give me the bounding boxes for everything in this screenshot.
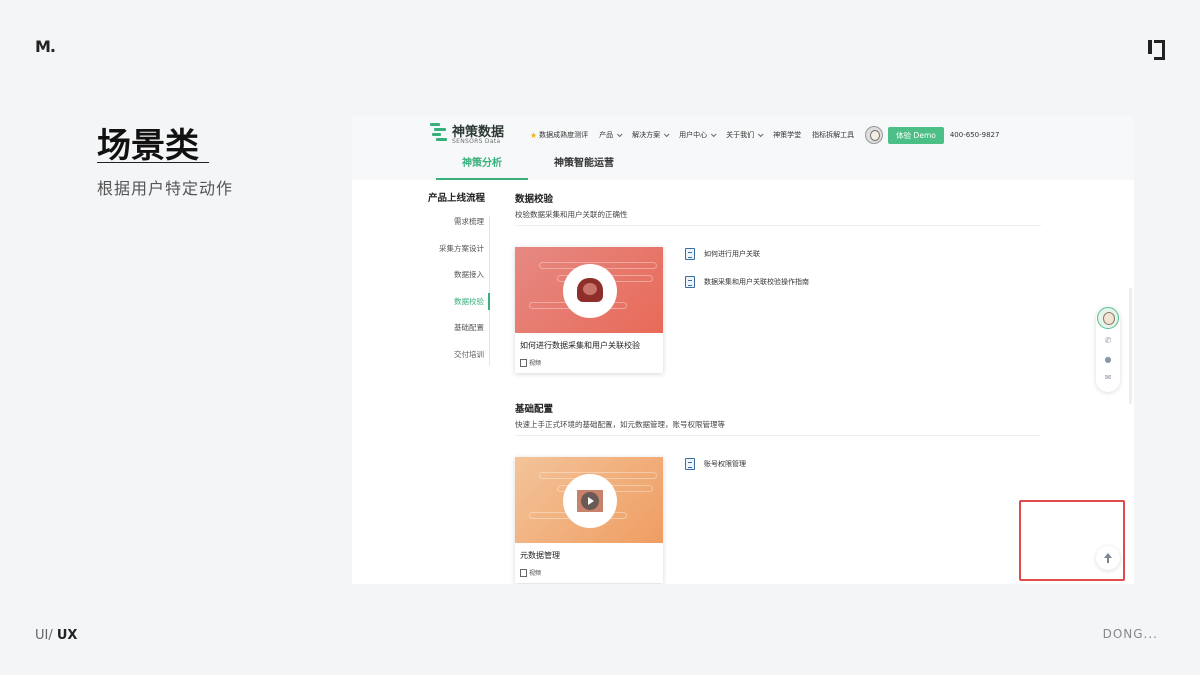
card-title: 如何进行数据采集和用户关联校验: [520, 341, 640, 350]
video-doc-icon: [520, 568, 527, 577]
phone-number: 400-650-9827: [949, 131, 1000, 139]
website-screenshot: 神策数据 SENSORS Data ★ 数据成熟度测评 产品 解决方案 用户中心…: [352, 116, 1134, 584]
section-desc: 快速上手正式环境的基础配置，如元数据管理，账号权限管理等: [515, 419, 1041, 436]
sidebar-item-basic-config[interactable]: 基础配置: [428, 319, 490, 346]
nav-label: 指标拆解工具: [812, 131, 855, 139]
doc-label: 账号权限管理: [704, 460, 746, 468]
nav-item-solutions[interactable]: 解决方案: [632, 130, 670, 140]
tab-sensors-focus[interactable]: 神策智能运营: [538, 152, 630, 180]
nav-label: 神策学堂: [773, 131, 802, 139]
main-content: 数据校验 校验数据采集和用户关联的正确性 如何进行数据采集和用户关联校验 视频 …: [515, 191, 1041, 584]
play-circle: [563, 474, 617, 528]
nav-label: 解决方案: [632, 131, 661, 139]
doc-link[interactable]: 如何进行用户关联: [685, 247, 809, 261]
card-title: 元数据管理: [520, 551, 560, 560]
video-thumbnail: [515, 457, 663, 543]
nav-item-academy[interactable]: 神策学堂: [773, 130, 801, 140]
contact-floating-bar: ✆ ● ✉: [1096, 306, 1120, 392]
doc-link[interactable]: 数据采集和用户关联校验操作指南: [685, 275, 809, 289]
sidebar-item-requirements[interactable]: 需求梳理: [428, 213, 490, 240]
play-circle: [563, 264, 617, 318]
video-thumbnail: [515, 247, 663, 333]
section-desc: 校验数据采集和用户关联的正确性: [515, 209, 1041, 226]
nav-label: 数据成熟度测评: [539, 131, 589, 139]
card-meta-label: 视频: [529, 570, 542, 577]
video-card[interactable]: 如何进行数据采集和用户关联校验 视频: [515, 247, 663, 373]
title-underline: [97, 162, 209, 163]
nav-label: 产品: [599, 131, 614, 139]
section-data-validation: 数据校验 校验数据采集和用户关联的正确性 如何进行数据采集和用户关联校验 视频 …: [515, 191, 1041, 397]
slide-subtitle: 根据用户特定动作: [97, 179, 234, 198]
document-icon: [685, 248, 695, 260]
sidebar-item-collection-design[interactable]: 采集方案设计: [428, 240, 490, 267]
nav-item-metric-tool[interactable]: 指标拆解工具: [812, 130, 854, 140]
wechat-icon[interactable]: ●: [1103, 355, 1113, 365]
doc-label: 数据采集和用户关联校验操作指南: [704, 278, 809, 286]
brand-subname: SENSORS Data: [452, 138, 501, 145]
document-icon: [685, 458, 695, 470]
chevron-down-icon: [758, 131, 764, 138]
sidebar-title: 产品上线流程: [428, 193, 486, 204]
sidebar-item-data-validation[interactable]: 数据校验: [428, 292, 490, 320]
card-meta-label: 视频: [529, 360, 542, 367]
slide-footer-right: DONG...: [1102, 627, 1158, 641]
sidebar-item-training[interactable]: 交付培训: [428, 346, 490, 373]
footer-main: UX: [56, 628, 78, 643]
document-icon: [685, 276, 695, 288]
card-meta: 视频: [515, 561, 663, 577]
star-icon: ★: [530, 130, 538, 140]
slide-title: 场景类: [97, 126, 199, 166]
chevron-down-icon: [664, 131, 670, 138]
slide-logo: M.: [35, 37, 56, 56]
doc-label: 如何进行用户关联: [704, 250, 760, 258]
card-meta: 视频: [515, 351, 663, 367]
section-body: 元数据管理 视频 账号权限管理: [515, 457, 1041, 584]
user-avatar-icon[interactable]: [865, 126, 884, 144]
nav-item-about[interactable]: 关于我们: [726, 130, 764, 140]
mail-icon[interactable]: ✉: [1103, 373, 1113, 383]
scrollbar[interactable]: [1129, 288, 1132, 404]
section-basic-config: 基础配置 快速上手正式环境的基础配置，如元数据管理，账号权限管理等 元数据管理: [515, 401, 1041, 584]
doc-link[interactable]: 账号权限管理: [685, 457, 746, 471]
nav-label: 关于我们: [726, 131, 755, 139]
tab-sensors-analytics[interactable]: 神策分析: [436, 152, 528, 180]
play-icon: [577, 490, 603, 512]
chevron-down-icon: [711, 131, 717, 138]
main-nav: ★ 数据成熟度测评 产品 解决方案 用户中心 关于我们 神策学堂 指标拆解工具: [530, 126, 999, 144]
nav-item-user-center[interactable]: 用户中心: [679, 130, 717, 140]
footer-prefix: UI/: [35, 628, 53, 643]
phone-icon[interactable]: ✆: [1103, 336, 1113, 346]
presenter-icon: [577, 278, 603, 302]
nav-label: 用户中心: [679, 131, 708, 139]
chevron-down-icon: [617, 131, 623, 138]
section-title: 数据校验: [515, 194, 554, 205]
sensors-logo-icon: [430, 122, 448, 144]
process-sidebar: 产品上线流程 需求梳理 采集方案设计 数据接入 数据校验 基础配置 交付培训: [428, 190, 490, 373]
video-card[interactable]: 元数据管理 视频: [515, 457, 663, 583]
demo-button[interactable]: 体验 Demo: [888, 126, 944, 144]
avatar-icon[interactable]: [1097, 307, 1119, 329]
slide-footer-left: UI/ UX: [35, 628, 77, 643]
video-doc-icon: [520, 358, 527, 367]
corner-mark-icon: [1148, 40, 1165, 60]
nav-item-product[interactable]: 产品: [599, 130, 623, 140]
sidebar-item-data-ingest[interactable]: 数据接入: [428, 266, 490, 293]
doc-list: 账号权限管理: [685, 457, 746, 485]
product-tabs: 神策分析 神策智能运营: [436, 152, 630, 180]
section-title: 基础配置: [515, 404, 554, 415]
doc-list: 如何进行用户关联 数据采集和用户关联校验操作指南: [685, 247, 809, 303]
highlight-box: [1019, 500, 1125, 581]
nav-item-maturity[interactable]: ★ 数据成熟度测评: [530, 130, 588, 140]
brand-logo[interactable]: 神策数据 SENSORS Data: [430, 122, 510, 146]
top-navigation: 神策数据 SENSORS Data ★ 数据成熟度测评 产品 解决方案 用户中心…: [352, 116, 1134, 180]
section-body: 如何进行数据采集和用户关联校验 视频 如何进行用户关联 数据采集和用户关联校验操…: [515, 247, 1041, 397]
